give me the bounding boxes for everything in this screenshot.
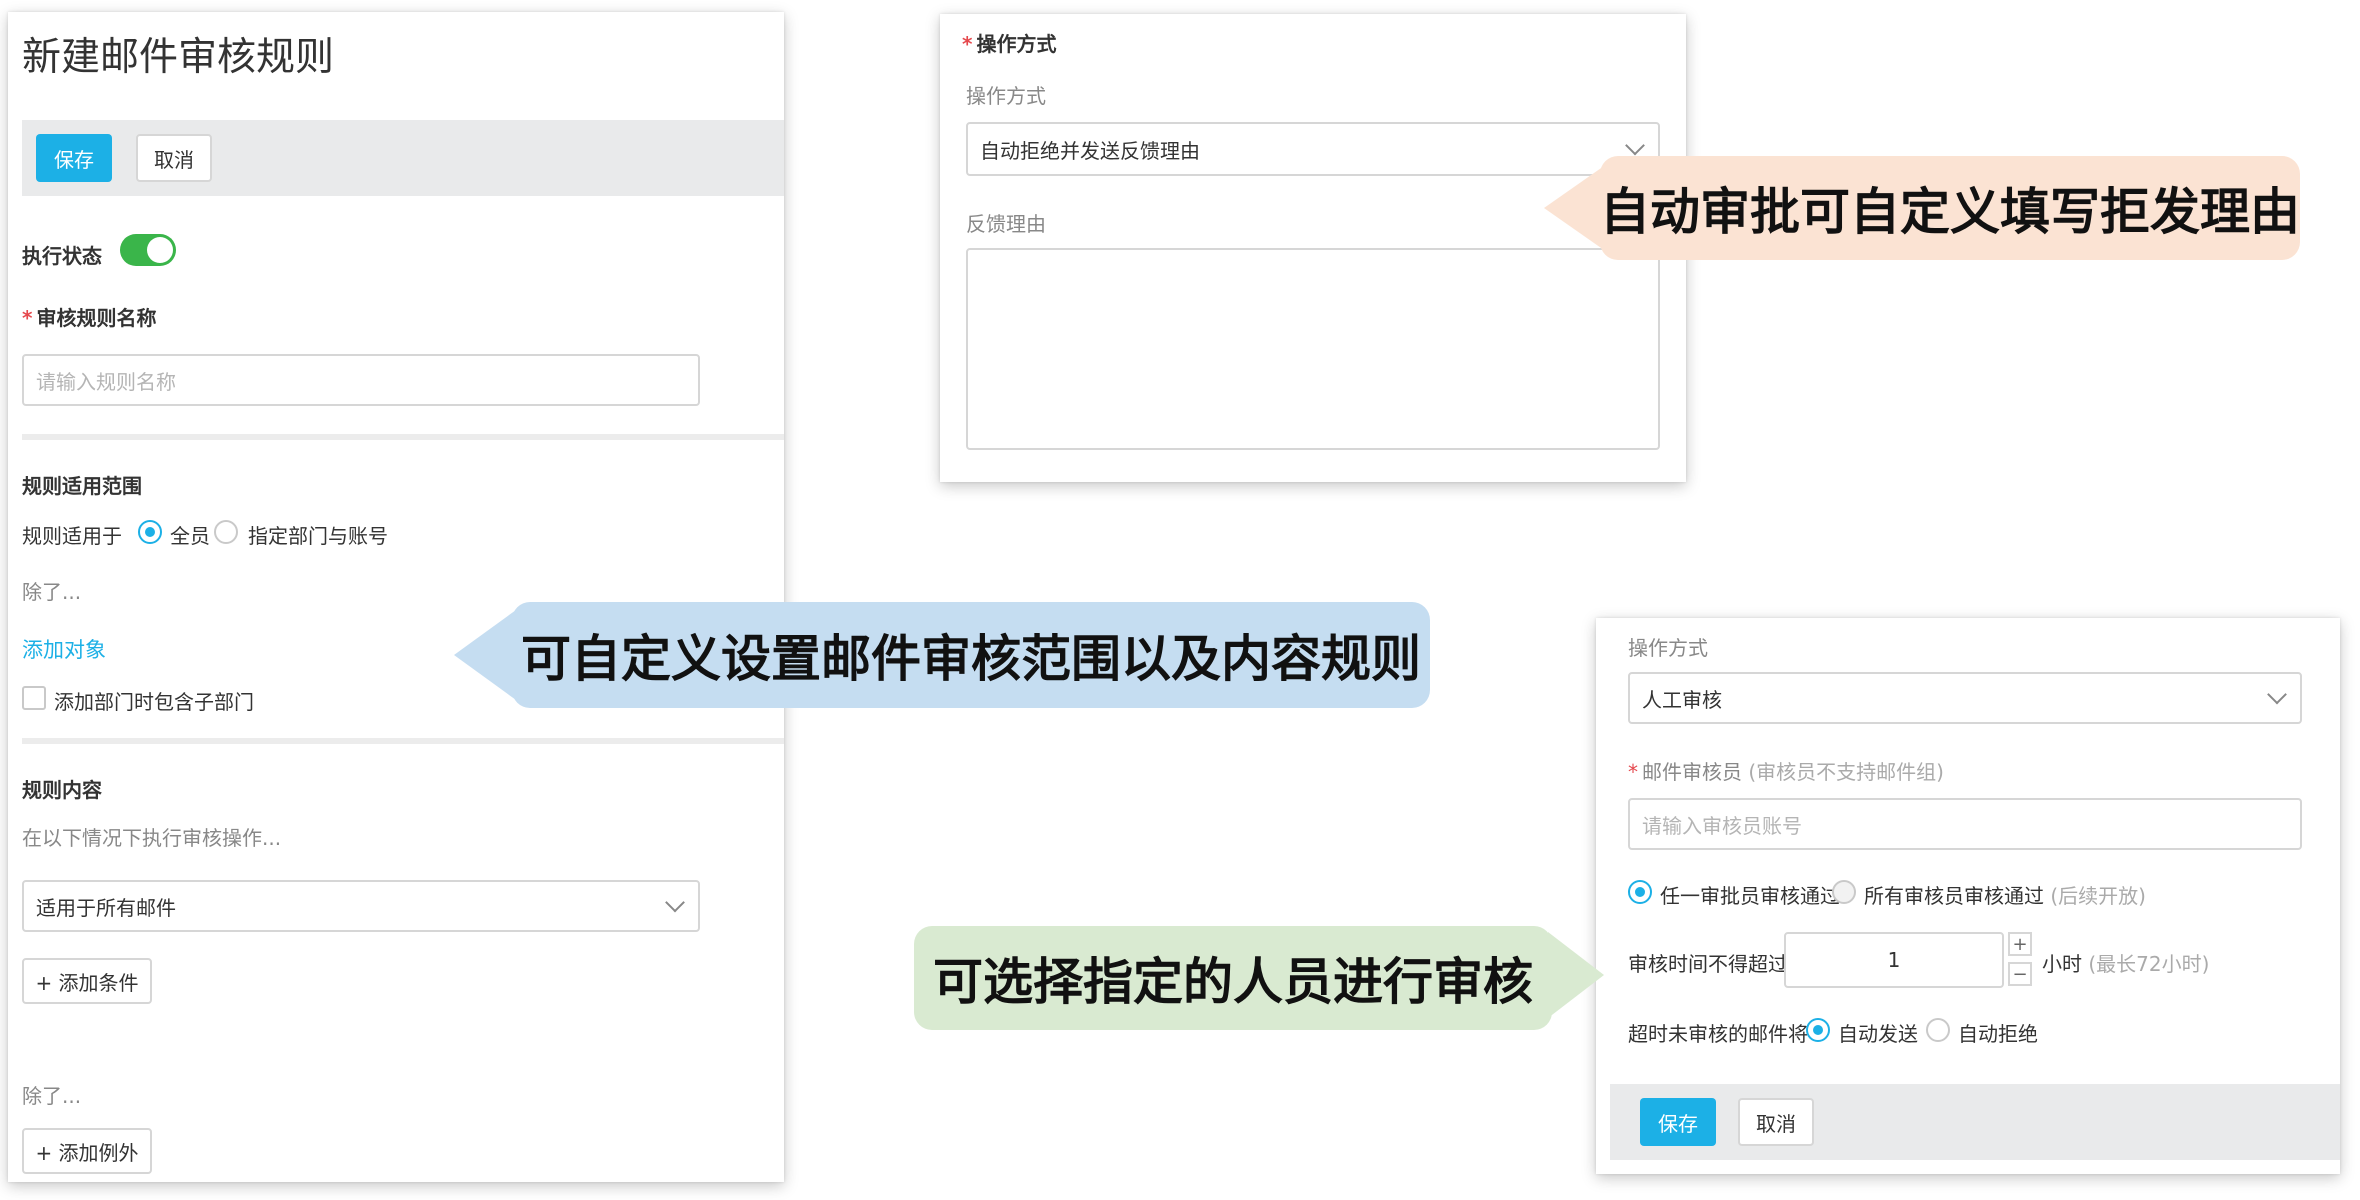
scope-except-label: 除了... [22,580,82,604]
approval-all-label: 所有审核员审核通过 (后续开放) [1864,880,2146,909]
add-condition-button[interactable]: + 添加条件 [22,958,152,1004]
section-divider [22,434,784,440]
content-except-label: 除了... [22,1084,82,1108]
callout-bottom: 可选择指定的人员进行审核 [914,926,1552,1030]
callout-middle: 可自定义设置邮件审核范围以及内容规则 [512,602,1430,708]
save-button-2[interactable]: 保存 [1640,1098,1716,1146]
scope-specific-radio[interactable] [214,520,238,544]
decrement-button[interactable]: − [2008,962,2032,986]
feedback-textarea[interactable] [966,248,1660,450]
approval-all-text: 所有审核员审核通过 [1864,884,2044,908]
timeout-label: 超时未审核的邮件将 [1628,1022,1808,1046]
scope-all-radio[interactable] [138,520,162,544]
section-divider [22,738,784,744]
manual-review-panel: 操作方式 人工审核 * 邮件审核员 (审核员不支持邮件组) 请输入审核员账号 任一… [1596,618,2340,1174]
rule-name-label: * 审核规则名称 [22,306,157,330]
time-unit-text: 小时 [2042,952,2082,976]
timeout-reject-label[interactable]: 自动拒绝 [1958,1018,2038,1047]
add-object-link[interactable]: 添加对象 [22,634,106,664]
status-toggle[interactable] [120,234,176,266]
top-toolbar: 保存 取消 [22,120,784,196]
callout-top-arrow [1544,166,1604,250]
timeout-send-radio[interactable] [1806,1018,1830,1042]
status-label: 执行状态 [22,244,102,268]
time-limit-label: 审核时间不得超过 [1628,952,1788,976]
rule-name-input[interactable]: 请输入规则名称 [22,354,700,406]
operation-label-2: 操作方式 [1628,636,1708,660]
callout-top: 自动审批可自定义填写拒发理由 [1600,156,2300,260]
content-select[interactable]: 适用于所有邮件 [22,880,700,932]
time-unit-label: 小时 (最长72小时) [2042,948,2209,977]
content-section-title: 规则内容 [22,778,102,802]
rule-name-label-text: 审核规则名称 [36,306,157,330]
chevron-down-icon [2267,684,2287,705]
timeout-send-label[interactable]: 自动发送 [1838,1018,1918,1047]
operation-select-value: 自动拒绝并发送反馈理由 [980,138,1200,163]
save-button[interactable]: 保存 [36,134,112,182]
bottom-toolbar: 保存 取消 [1610,1084,2340,1160]
scope-applies-label: 规则适用于 [22,524,122,548]
include-sub-label[interactable]: 添加部门时包含子部门 [54,686,254,715]
operation-select-2[interactable]: 人工审核 [1628,672,2302,724]
operation-select-value-2: 人工审核 [1642,687,1722,712]
scope-specific-label[interactable]: 指定部门与账号 [248,520,388,549]
chevron-down-icon [665,892,685,913]
time-limit-value: 1 [1887,948,1901,972]
chevron-down-icon [1625,135,1645,156]
callout-bottom-arrow [1548,932,1604,1018]
add-exception-button[interactable]: + 添加例外 [22,1128,152,1174]
scope-all-label[interactable]: 全员 [170,520,210,549]
operation-section-title: * 操作方式 [962,32,1057,56]
content-hint: 在以下情况下执行审核操作... [22,826,282,850]
approval-any-label[interactable]: 任一审批员审核通过 [1660,880,1840,909]
include-sub-checkbox[interactable] [22,686,46,710]
scope-section-title: 规则适用范围 [22,474,142,498]
cancel-button[interactable]: 取消 [136,134,212,182]
page-title: 新建邮件审核规则 [22,35,335,80]
rule-editor-panel: 新建邮件审核规则 保存 取消 执行状态 * 审核规则名称 请输入规则名称 规则适用… [8,12,784,1182]
cancel-button-2[interactable]: 取消 [1738,1098,1814,1146]
feedback-label: 反馈理由 [966,212,1046,236]
operation-label: 操作方式 [966,84,1046,108]
reviewer-input[interactable]: 请输入审核员账号 [1628,798,2302,850]
approval-all-note: (后续开放) [2050,884,2146,908]
callout-middle-arrow [454,610,516,700]
approval-any-radio[interactable] [1628,880,1652,904]
reviewer-label-text: 邮件审核员 [1642,760,1742,784]
approval-all-radio[interactable] [1832,880,1856,904]
reviewer-note: (审核员不支持邮件组) [1748,760,1944,784]
operation-section-title-text: 操作方式 [976,32,1057,56]
content-select-value: 适用于所有邮件 [36,895,176,920]
reviewer-label: * 邮件审核员 (审核员不支持邮件组) [1628,760,1944,784]
time-limit-input[interactable]: 1 [1784,932,2004,988]
time-unit-note: (最长72小时) [2088,952,2210,976]
timeout-reject-radio[interactable] [1926,1018,1950,1042]
increment-button[interactable]: + [2008,932,2032,956]
